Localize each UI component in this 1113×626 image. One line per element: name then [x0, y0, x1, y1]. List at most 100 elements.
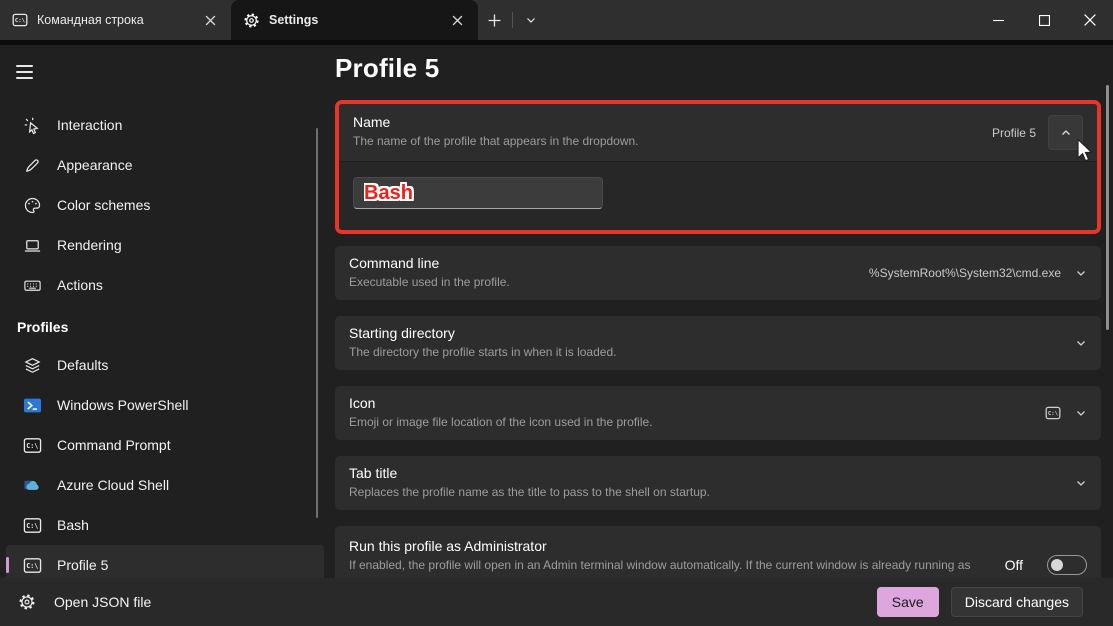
sidebar-item-azure-cloud-shell[interactable]: Azure Cloud Shell	[6, 465, 324, 505]
svg-text:C:\: C:\	[26, 522, 38, 530]
cmd-icon: C:\	[12, 12, 28, 28]
tab-label: Settings	[269, 13, 435, 27]
minimize-icon	[993, 15, 1004, 26]
page-title: Profile 5	[335, 53, 1101, 84]
close-icon	[1084, 14, 1096, 26]
setting-title: Run this profile as Administrator	[349, 538, 989, 554]
setting-description: The directory the profile starts in when…	[349, 344, 616, 361]
sidebar-item-color-schemes[interactable]: Color schemes	[6, 185, 324, 225]
tab-label: Командная строка	[37, 13, 188, 27]
setting-description: If enabled, the profile will open in an …	[349, 557, 989, 578]
sidebar-item-label: Defaults	[57, 357, 108, 373]
tab-command-prompt[interactable]: C:\ Командная строка	[0, 0, 231, 40]
save-button[interactable]: Save	[877, 587, 939, 617]
layers-icon	[23, 356, 42, 375]
admin-toggle-switch[interactable]	[1047, 555, 1087, 575]
maximize-icon	[1039, 15, 1050, 26]
svg-text:C:\: C:\	[15, 18, 26, 24]
name-expander-body	[339, 161, 1097, 230]
setting-title: Starting directory	[349, 325, 616, 341]
setting-title: Command line	[349, 255, 510, 271]
svg-text:C:\: C:\	[1048, 411, 1059, 417]
sidebar-item-label: Azure Cloud Shell	[57, 477, 169, 493]
cmd-icon: C:\	[1045, 405, 1061, 421]
sidebar-item-interaction[interactable]: Interaction	[6, 105, 324, 145]
gear-icon	[243, 12, 260, 29]
close-tab-icon[interactable]	[197, 7, 223, 33]
command-line-row[interactable]: Command line Executable used in the prof…	[335, 246, 1101, 300]
svg-text:C:\: C:\	[26, 442, 38, 450]
setting-description: The name of the profile that appears in …	[353, 133, 639, 150]
open-json-file-label: Open JSON file	[54, 594, 151, 610]
profiles-section-header: Profiles	[0, 305, 330, 345]
rendering-icon	[23, 236, 42, 255]
toggle-knob	[1051, 559, 1063, 571]
chevron-down-icon	[1075, 407, 1087, 419]
titlebar-drag-area	[547, 0, 975, 40]
menu-button[interactable]	[8, 55, 48, 89]
sidebar-item-actions[interactable]: Actions	[6, 265, 324, 305]
tab-title-row[interactable]: Tab title Replaces the profile name as t…	[335, 456, 1101, 510]
powershell-icon	[23, 396, 42, 415]
sidebar-item-label: Command Prompt	[57, 437, 171, 453]
cmd-icon: C:\	[23, 436, 42, 455]
close-tab-icon[interactable]	[444, 7, 470, 33]
chevron-down-icon	[1075, 337, 1087, 349]
setting-description: Executable used in the profile.	[349, 274, 510, 291]
azure-cloud-icon	[23, 476, 42, 495]
name-expander-header[interactable]: Name The name of the profile that appear…	[339, 104, 1097, 161]
discard-changes-button[interactable]: Discard changes	[951, 587, 1083, 617]
name-current-value: Profile 5	[992, 126, 1036, 140]
windows-terminal-settings-window: C:\ Командная строка Settings	[0, 0, 1113, 626]
setting-title: Name	[353, 114, 639, 130]
gear-icon	[18, 593, 36, 611]
tab-dropdown-button[interactable]	[515, 0, 547, 40]
sidebar-item-appearance[interactable]: Appearance	[6, 145, 324, 185]
footer-bar: Open JSON file Save Discard changes	[0, 578, 1113, 626]
setting-title: Tab title	[349, 465, 710, 481]
sidebar-item-label: Windows PowerShell	[57, 397, 189, 413]
icon-row[interactable]: Icon Emoji or image file location of the…	[335, 386, 1101, 440]
profile-name-input[interactable]	[353, 177, 603, 209]
selected-indicator	[6, 557, 9, 573]
sidebar-item-bash[interactable]: C:\ Bash	[6, 505, 324, 545]
collapse-expander-button[interactable]	[1048, 115, 1083, 150]
sidebar-item-defaults[interactable]: Defaults	[6, 345, 324, 385]
setting-description: Replaces the profile name as the title t…	[349, 484, 710, 501]
run-as-administrator-row: Run this profile as Administrator If ena…	[335, 526, 1101, 578]
sidebar-item-label: Appearance	[57, 157, 133, 173]
setting-title: Icon	[349, 395, 653, 411]
chevron-down-icon	[1075, 477, 1087, 489]
appearance-icon	[23, 156, 42, 175]
sidebar-item-command-prompt[interactable]: C:\ Command Prompt	[6, 425, 324, 465]
sidebar-item-label: Bash	[57, 517, 89, 533]
interaction-icon	[23, 116, 42, 135]
sidebar-item-label: Color schemes	[57, 197, 150, 213]
actions-icon	[23, 276, 42, 295]
sidebar-scrollbar[interactable]	[316, 128, 319, 518]
sidebar-item-label: Actions	[57, 277, 103, 293]
settings-sidebar: Interaction Appearance Color schemes Ren…	[0, 45, 330, 578]
close-window-button[interactable]	[1067, 0, 1113, 40]
titlebar: C:\ Командная строка Settings	[0, 0, 1113, 40]
sidebar-item-label: Profile 5	[57, 557, 108, 573]
minimize-button[interactable]	[975, 0, 1021, 40]
setting-description: Emoji or image file location of the icon…	[349, 414, 653, 431]
svg-text:C:\: C:\	[26, 562, 38, 570]
name-section-annotation-border: Name The name of the profile that appear…	[335, 100, 1101, 234]
tab-settings[interactable]: Settings	[231, 0, 478, 40]
starting-directory-row[interactable]: Starting directory The directory the pro…	[335, 316, 1101, 370]
sidebar-item-label: Rendering	[57, 237, 122, 253]
chevron-down-icon	[525, 14, 537, 26]
maximize-button[interactable]	[1021, 0, 1067, 40]
open-json-file-button[interactable]: Open JSON file	[18, 593, 151, 611]
new-tab-button[interactable]	[478, 0, 510, 40]
chevron-up-icon	[1060, 127, 1072, 139]
sidebar-item-rendering[interactable]: Rendering	[6, 225, 324, 265]
chevron-down-icon	[1075, 267, 1087, 279]
sidebar-item-windows-powershell[interactable]: Windows PowerShell	[6, 385, 324, 425]
toggle-state-label: Off	[1005, 557, 1023, 573]
main-scrollbar[interactable]	[1106, 85, 1109, 330]
plus-icon	[488, 14, 501, 27]
sidebar-item-label: Interaction	[57, 117, 122, 133]
